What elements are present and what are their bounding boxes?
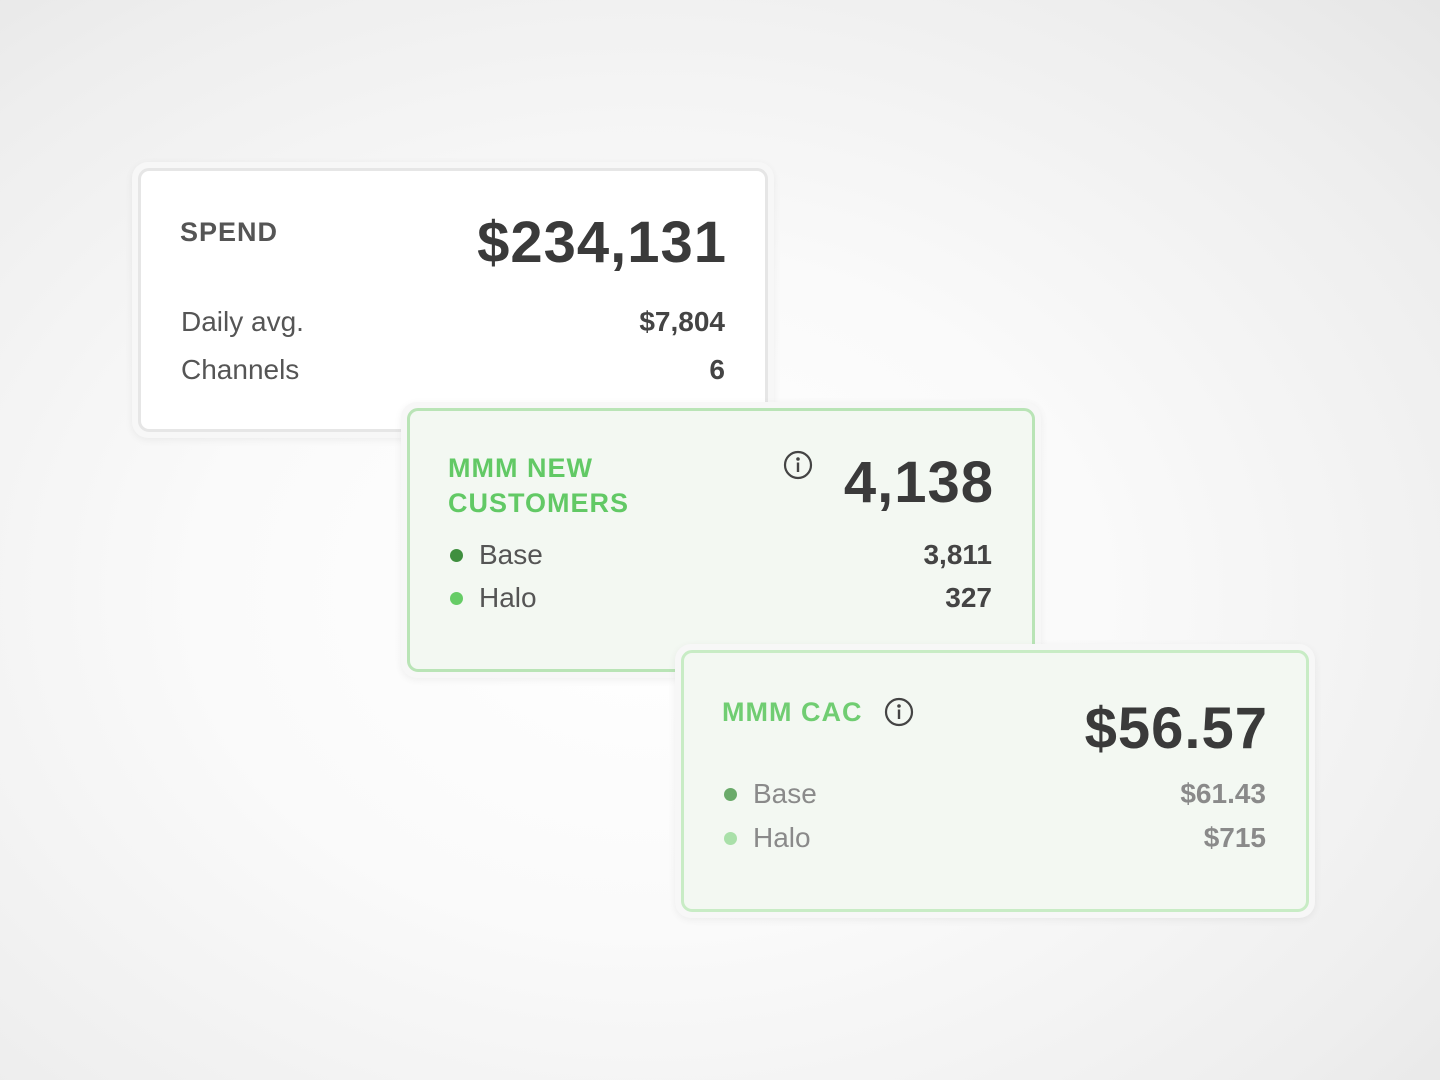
new-customers-card-body: MMM NEW CUSTOMERS 4,138 Base 3,811 Halo …	[407, 408, 1035, 672]
spend-row-value: $7,804	[639, 306, 725, 337]
spend-row-label: Channels	[181, 354, 300, 385]
base-legend-dot	[724, 787, 737, 801]
spend-row-daily-avg: Daily avg. $7,804	[181, 302, 725, 342]
spend-card: SPEND $234,131 Daily avg. $7,804 Channel…	[132, 162, 774, 438]
spend-row-channels: Channels 6	[181, 350, 725, 390]
legend-value: 327	[945, 582, 992, 613]
cac-card-body: MMM CAC $56.57 Base $61.43 Halo $715	[681, 650, 1309, 912]
new-customers-row-base: Base 3,811	[450, 535, 992, 575]
spend-title: SPEND	[180, 217, 279, 247]
spend-row-label: Daily avg.	[181, 306, 304, 337]
legend-label: Halo	[479, 582, 537, 613]
new-customers-title-line1: MMM NEW	[448, 453, 593, 483]
legend-value: $61.43	[1180, 778, 1266, 809]
legend-label: Halo	[753, 822, 811, 853]
new-customers-total: 4,138	[843, 450, 994, 515]
info-icon[interactable]	[783, 450, 813, 480]
new-customers-title: MMM NEW CUSTOMERS	[448, 451, 629, 521]
base-legend-dot	[450, 548, 463, 562]
spend-row-value: 6	[709, 354, 725, 385]
legend-value: 3,811	[923, 539, 992, 570]
halo-legend-dot	[724, 831, 737, 845]
legend-value: $715	[1203, 822, 1266, 853]
cac-row-halo: Halo $715	[724, 818, 1266, 858]
legend-label: Base	[479, 539, 543, 570]
new-customers-card: MMM NEW CUSTOMERS 4,138 Base 3,811 Halo …	[401, 402, 1041, 678]
info-icon[interactable]	[884, 697, 914, 727]
spend-card-body: SPEND $234,131 Daily avg. $7,804 Channel…	[138, 168, 768, 432]
halo-legend-dot	[450, 591, 463, 605]
legend-label: Base	[753, 778, 817, 809]
cac-card: MMM CAC $56.57 Base $61.43 Halo $715	[675, 644, 1315, 918]
spend-total: $234,131	[477, 210, 727, 275]
cac-row-base: Base $61.43	[724, 774, 1266, 814]
new-customers-row-halo: Halo 327	[450, 578, 992, 618]
new-customers-title-line2: CUSTOMERS	[448, 488, 630, 518]
cac-total: $56.57	[1084, 696, 1268, 761]
cac-title: MMM CAC	[722, 697, 863, 727]
